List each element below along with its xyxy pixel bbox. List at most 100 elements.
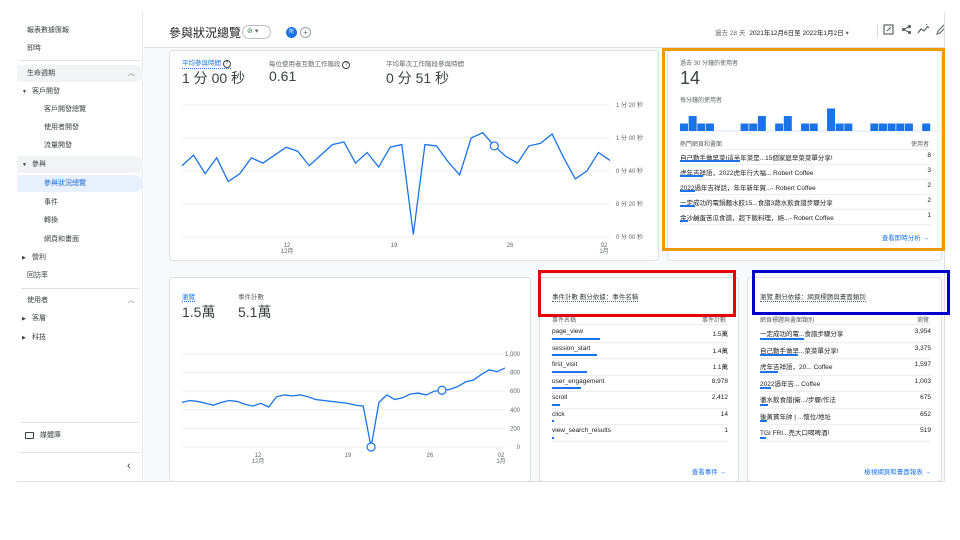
x-tick-label: 26 bbox=[427, 453, 434, 459]
table-row[interactable]: 徹水飲食譜|衛.../步驟/作法 675 bbox=[748, 392, 941, 409]
table-divider bbox=[760, 324, 931, 325]
sidebar-section-lifecycle[interactable]: 生命週期 ︿ bbox=[17, 65, 143, 82]
engagement-line-chart: 1 分 20 秒 1 分 00 秒 0 分 40 秒 0 分 20 秒 0 分 00 秒… bbox=[181, 101, 643, 255]
page-title: 參與狀況總覽 bbox=[169, 26, 242, 40]
arrow-right-icon: → bbox=[719, 469, 727, 476]
sidebar-item-user-acquisition[interactable]: 使用者開發 bbox=[44, 119, 79, 136]
y-tick-label: 1,000 bbox=[505, 352, 521, 358]
row-label: 一定成功的電...食譜步驟分享 bbox=[760, 331, 844, 338]
row-proportion-bar bbox=[760, 387, 772, 389]
row-label: session_start bbox=[552, 344, 591, 352]
sidebar-item-label: 科技 bbox=[32, 334, 46, 341]
collapse-sidebar-icon[interactable]: ‹ bbox=[127, 458, 131, 475]
sidebar-item-engagement[interactable]: ▼ 參與 bbox=[17, 156, 143, 173]
row-value: 14 bbox=[720, 410, 728, 418]
collapsed-triangle-icon: ▶ bbox=[22, 316, 26, 322]
collapsed-triangle-icon: ▶ bbox=[22, 255, 26, 261]
sidebar-section-user[interactable]: 使用者 ︿ bbox=[17, 292, 143, 309]
sidebar-item-acquisition-overview[interactable]: 客戶開發總覽 bbox=[44, 101, 86, 118]
row-proportion-bar bbox=[552, 403, 560, 406]
link-label: 檢視網頁和畫面報表 bbox=[864, 469, 923, 476]
low-point-marker bbox=[366, 442, 376, 452]
row-proportion-bar bbox=[552, 387, 581, 389]
pencil-icon[interactable] bbox=[935, 24, 944, 36]
table-row[interactable]: session_start 1.4萬 bbox=[540, 343, 738, 359]
metric-value-sessions-per-user: 0.61 bbox=[269, 68, 297, 84]
sidebar-item-conversions[interactable]: 轉換 bbox=[44, 212, 58, 229]
metric-tab-avg-session-engagement[interactable]: 平均單次工作階段參與時間 bbox=[386, 58, 464, 68]
row-proportion-bar bbox=[552, 354, 597, 356]
table-row[interactable]: click 14 bbox=[540, 409, 738, 425]
view-pages-report-link[interactable]: 檢視網頁和畫面報表 → bbox=[864, 466, 931, 476]
sidebar-item-demographics[interactable]: ▶ 客層 bbox=[22, 310, 46, 327]
sidebar-item-library[interactable]: 媒體庫 bbox=[25, 427, 61, 444]
add-comparison-button[interactable]: + bbox=[300, 27, 311, 38]
status-dropdown[interactable]: ⊘ ▾ bbox=[242, 25, 271, 39]
sidebar-divider bbox=[21, 422, 139, 423]
row-label: scroll bbox=[552, 394, 568, 401]
expand-triangle-icon: ▼ bbox=[22, 162, 27, 168]
table-row[interactable]: 自己動手做早...菜菜單分享! 3,375 bbox=[748, 343, 941, 359]
share-icon[interactable] bbox=[900, 24, 912, 36]
engagement-time-card: 平均參與時間 ? 1 分 00 秒 每位使用者互動工作階段 ? 0.61 平均單… bbox=[169, 50, 659, 261]
table-row[interactable]: user_engagement 8,978 bbox=[540, 376, 738, 392]
table-row[interactable]: scroll 2,412 bbox=[540, 392, 738, 409]
sidebar-item-label: 參與 bbox=[32, 161, 46, 168]
table-header-page-title: 網頁標題與畫面類別 bbox=[760, 318, 815, 324]
y-tick-label: 1 分 20 秒 bbox=[616, 101, 643, 109]
insights-icon[interactable] bbox=[917, 23, 930, 36]
row-label: 徹水飲食譜|衛.../步驟/作法 bbox=[760, 397, 836, 404]
sidebar-item-pages-screens[interactable]: 網頁和畫面 bbox=[44, 231, 79, 248]
view-events-link[interactable]: 查看事件 → bbox=[692, 466, 726, 476]
sidebar-item-retention[interactable]: 回訪率 bbox=[27, 267, 48, 284]
metric-tab-event-count[interactable]: 事件計數 bbox=[238, 291, 264, 301]
help-icon[interactable]: ? bbox=[222, 60, 231, 68]
sidebar-divider bbox=[21, 60, 139, 61]
row-proportion-bar bbox=[760, 337, 804, 340]
highlight-box-red bbox=[538, 270, 736, 317]
metric-value-views: 1.5萬 bbox=[182, 304, 216, 320]
collapsed-triangle-icon: ▶ bbox=[22, 335, 26, 341]
row-proportion-bar bbox=[760, 403, 768, 406]
toolbar-divider bbox=[877, 24, 878, 38]
x-tick-label: 26 bbox=[507, 243, 514, 249]
top-bar: 參與狀況總覽 ⊘ ▾ 所 + 過去 28 天 2021年12月6日至 2022年1… bbox=[144, 12, 944, 48]
y-tick-label: 0 分 20 秒 bbox=[616, 200, 643, 208]
comparison-avatar[interactable]: 所 bbox=[286, 27, 297, 38]
row-divider bbox=[760, 440, 931, 442]
row-label: TGI FRI...売大口喝啤酒! bbox=[760, 430, 830, 437]
table-row[interactable]: 後黃寶年帥 | ...懷位/地址 652 bbox=[748, 409, 941, 425]
row-proportion-bar bbox=[552, 420, 554, 422]
sidebar-item-realtime[interactable]: 即時 bbox=[27, 40, 41, 57]
chevron-up-icon: ︿ bbox=[128, 70, 135, 77]
sidebar-item-engagement-overview[interactable]: 參與狀況總覽 bbox=[17, 175, 143, 192]
sidebar: 報表數據匯報 即時 生命週期 ︿ ▼ 客戶開發 客戶開發總覽 使用者開發 流量開發… bbox=[17, 12, 143, 481]
row-proportion-bar bbox=[760, 354, 798, 356]
chevron-up-icon: ︿ bbox=[128, 297, 135, 304]
edit-icon[interactable] bbox=[882, 24, 894, 36]
row-value: 2,412 bbox=[711, 394, 728, 401]
row-value: 1.1萬 bbox=[712, 364, 728, 371]
metric-tab-views[interactable]: 瀏覽 bbox=[182, 291, 195, 302]
y-tick-label: 0 分 00 秒 bbox=[616, 233, 643, 241]
row-value: 1,003 bbox=[914, 377, 931, 385]
sidebar-item-events[interactable]: 事件 bbox=[44, 194, 58, 211]
table-row[interactable]: 2022過年吉... Coffee 1,003 bbox=[748, 376, 941, 392]
x-tick-label: 1月 bbox=[599, 248, 608, 255]
sidebar-item-traffic-acquisition[interactable]: 流量開發 bbox=[44, 137, 72, 154]
highlight-box-orange bbox=[662, 48, 945, 251]
sidebar-item-tech[interactable]: ▶ 科技 bbox=[22, 329, 46, 346]
sidebar-item-monetization[interactable]: ▶ 營利 bbox=[22, 249, 46, 266]
highlight-box-blue bbox=[752, 270, 950, 315]
table-row[interactable]: view_search_results 1 bbox=[540, 425, 738, 442]
help-icon[interactable]: ? bbox=[342, 61, 351, 69]
table-row[interactable]: TGI FRI...売大口喝啤酒! 519 bbox=[748, 425, 941, 442]
sidebar-item-acquisition[interactable]: ▼ 客戶開發 bbox=[22, 83, 60, 100]
table-row[interactable]: page_view 1.5萬 bbox=[540, 326, 738, 343]
table-row[interactable]: first_visit 1.1萬 bbox=[540, 359, 738, 376]
sidebar-item-report-snapshot[interactable]: 報表數據匯報 bbox=[27, 22, 69, 39]
table-row[interactable]: 一定成功的電...食譜步驟分享 3,954 bbox=[748, 326, 941, 343]
date-range-picker[interactable]: 過去 28 天 2021年12月6日至 2022年1月2日 ▾ bbox=[715, 27, 849, 37]
table-row[interactable]: 虎年吉祥語，20... Coffee 1,597 bbox=[748, 359, 941, 376]
row-label: click bbox=[552, 410, 565, 418]
